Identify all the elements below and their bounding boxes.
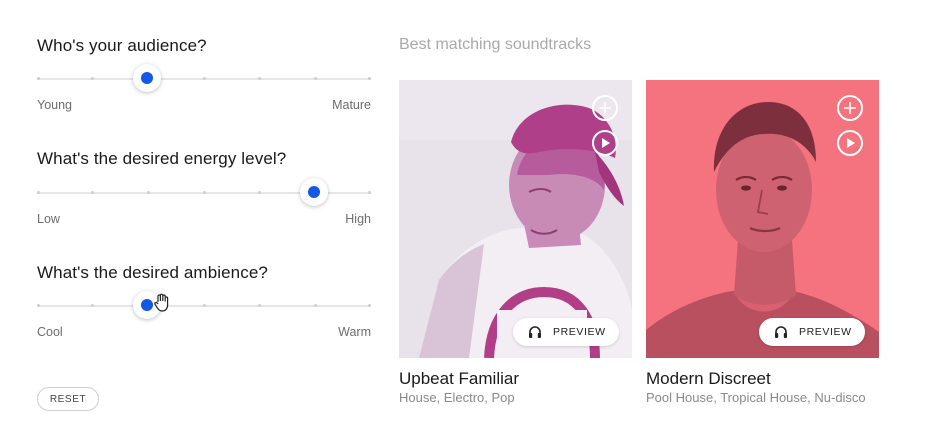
preview-button[interactable]: PREVIEW: [759, 318, 865, 346]
card-title-upbeat-familiar[interactable]: Upbeat Familiar: [399, 369, 519, 389]
preview-label: PREVIEW: [799, 326, 852, 338]
slider-tick: [313, 77, 317, 80]
slider-tick: [368, 191, 371, 194]
ambience-max-label: Warm: [338, 325, 371, 339]
slider-tick: [368, 77, 371, 80]
reset-button[interactable]: RESET: [37, 387, 99, 411]
audience-slider[interactable]: [37, 64, 371, 92]
slider-tick: [368, 304, 371, 307]
soundtrack-card-image-modern-discreet[interactable]: PREVIEW: [646, 80, 879, 358]
ambience-slider[interactable]: [37, 291, 371, 319]
plus-icon: [599, 102, 611, 114]
question-audience-title: Who's your audience?: [37, 36, 207, 55]
plus-icon: [844, 102, 856, 114]
slider-thumb[interactable]: [133, 64, 162, 92]
slider-tick: [37, 77, 40, 80]
hand-cursor-icon: [154, 293, 169, 312]
add-button[interactable]: [592, 95, 618, 121]
results-heading: Best matching soundtracks: [399, 36, 592, 53]
preview-label: PREVIEW: [553, 326, 606, 338]
ambience-min-label: Cool: [37, 325, 63, 339]
slider-tick: [313, 304, 317, 307]
slider-tick: [202, 77, 206, 80]
preview-button[interactable]: PREVIEW: [513, 318, 619, 346]
slider-tick: [37, 191, 40, 194]
slider-tick: [202, 191, 206, 194]
play-button[interactable]: [837, 130, 863, 156]
question-ambience-title: What's the desired ambience?: [37, 263, 268, 282]
headphones-icon: [529, 326, 541, 338]
play-button[interactable]: [592, 130, 618, 156]
energy-min-label: Low: [37, 212, 60, 226]
audience-min-label: Young: [37, 98, 72, 112]
slider-tick: [202, 304, 206, 307]
headphones-icon: [775, 326, 787, 338]
artist-photo: [399, 80, 632, 358]
slider-thumb[interactable]: [300, 178, 329, 206]
add-button[interactable]: [837, 95, 863, 121]
card-genres: Pool House, Tropical House, Nu-disco: [646, 390, 866, 405]
play-icon: [602, 138, 610, 148]
card-genres: House, Electro, Pop: [399, 390, 515, 405]
energy-max-label: High: [345, 212, 371, 226]
soundtrack-card-image-upbeat-familiar[interactable]: PREVIEW: [399, 80, 632, 358]
question-energy-title: What's the desired energy level?: [37, 149, 287, 168]
slider-tick: [146, 191, 150, 194]
play-icon: [847, 138, 855, 148]
artist-photo: [646, 80, 879, 358]
slider-tick: [37, 304, 40, 307]
card-title-modern-discreet[interactable]: Modern Discreet: [646, 369, 771, 389]
audience-max-label: Mature: [332, 98, 371, 112]
energy-slider[interactable]: [37, 178, 371, 206]
